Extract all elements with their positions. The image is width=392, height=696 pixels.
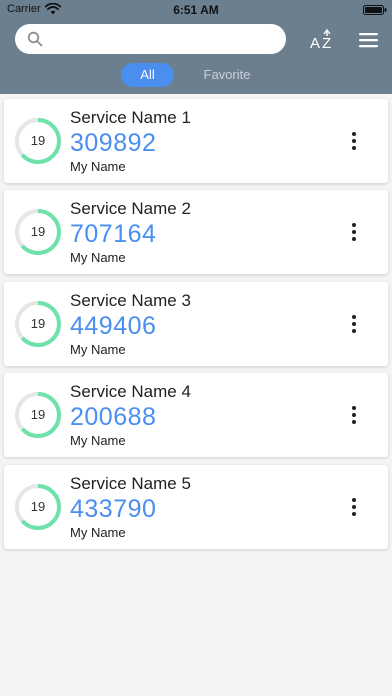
account-card[interactable]: 19 Service Name 5 433790 My Name — [4, 465, 388, 549]
countdown-seconds: 19 — [30, 499, 46, 514]
account-name: My Name — [70, 250, 126, 265]
sort-az-button[interactable]: A Z — [308, 28, 338, 52]
more-options-icon[interactable] — [342, 495, 366, 519]
more-options-icon[interactable] — [342, 129, 366, 153]
account-name: My Name — [70, 159, 126, 174]
countdown-seconds: 19 — [30, 224, 46, 239]
account-card[interactable]: 19 Service Name 4 200688 My Name — [4, 373, 388, 457]
status-time: 6:51 AM — [173, 3, 219, 17]
account-name: My Name — [70, 342, 126, 357]
filter-tabs: All Favorite — [0, 63, 392, 89]
status-bar: Carrier 6:51 AM — [0, 0, 392, 20]
account-name: My Name — [70, 525, 126, 540]
hamburger-menu-icon[interactable] — [355, 28, 383, 52]
account-name: My Name — [70, 433, 126, 448]
tab-favorite[interactable]: Favorite — [194, 63, 260, 87]
service-name: Service Name 3 — [70, 291, 191, 310]
service-name: Service Name 4 — [70, 382, 191, 401]
account-card[interactable]: 19 Service Name 3 449406 My Name — [4, 282, 388, 366]
otp-code[interactable]: 707164 — [70, 220, 156, 249]
countdown-seconds: 19 — [30, 133, 46, 148]
app-header: Carrier 6:51 AM A Z All Favorite — [0, 0, 392, 94]
countdown-seconds: 19 — [30, 316, 46, 331]
otp-code[interactable]: 433790 — [70, 495, 156, 524]
service-name: Service Name 1 — [70, 108, 191, 127]
service-name: Service Name 5 — [70, 474, 191, 493]
battery-icon — [363, 5, 387, 15]
otp-code[interactable]: 309892 — [70, 129, 156, 158]
service-name: Service Name 2 — [70, 199, 191, 218]
account-card[interactable]: 19 Service Name 2 707164 My Name — [4, 190, 388, 274]
search-bar[interactable] — [15, 24, 286, 54]
svg-text:Z: Z — [322, 35, 331, 52]
search-icon — [27, 31, 43, 47]
svg-text:A: A — [310, 35, 320, 52]
more-options-icon[interactable] — [342, 220, 366, 244]
countdown-seconds: 19 — [30, 407, 46, 422]
account-card[interactable]: 19 Service Name 1 309892 My Name — [4, 99, 388, 183]
more-options-icon[interactable] — [342, 312, 366, 336]
search-input[interactable] — [51, 24, 276, 54]
otp-code[interactable]: 200688 — [70, 403, 156, 432]
more-options-icon[interactable] — [342, 403, 366, 427]
tab-all[interactable]: All — [121, 63, 174, 87]
otp-code[interactable]: 449406 — [70, 312, 156, 341]
